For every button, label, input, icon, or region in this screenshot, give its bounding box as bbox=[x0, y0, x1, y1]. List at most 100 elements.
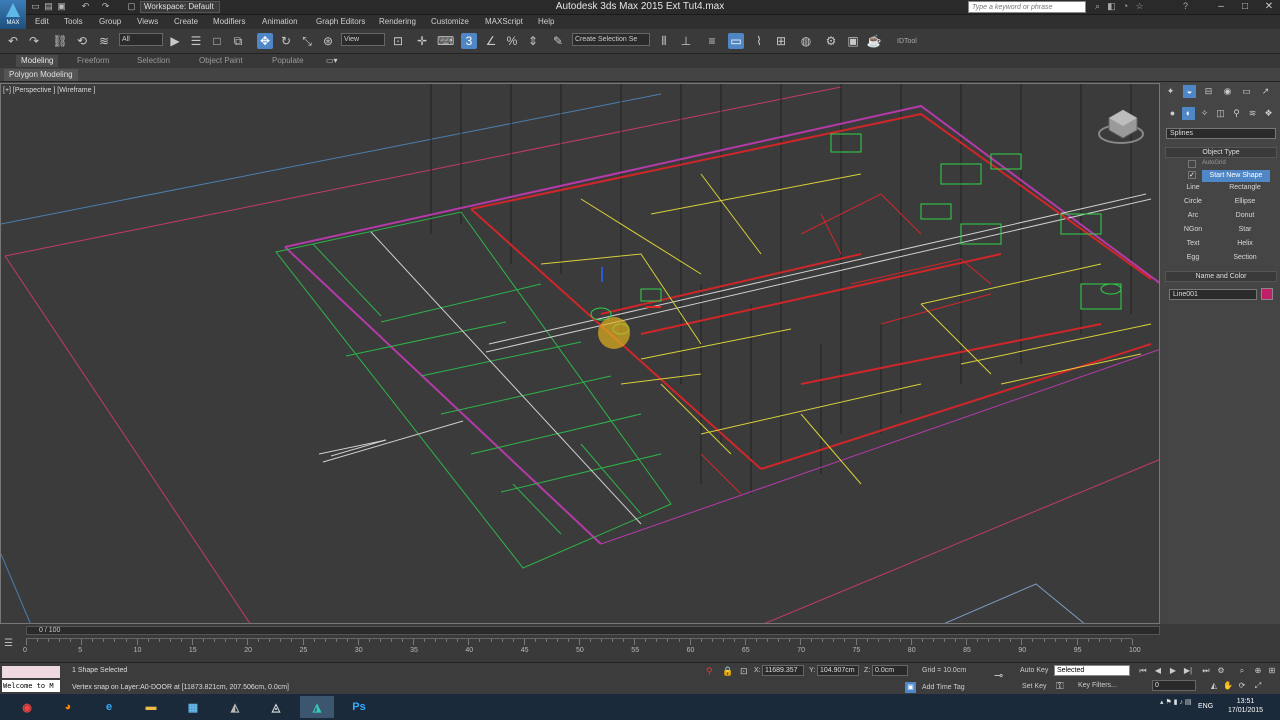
material-editor-icon[interactable]: ◍ bbox=[798, 33, 814, 49]
display-tab-icon[interactable]: ▭ bbox=[1240, 85, 1253, 98]
spacewarps-icon[interactable]: ≋ bbox=[1246, 107, 1259, 120]
maxscript-mini-listener[interactable]: Welcome to M bbox=[2, 680, 60, 692]
polygon-modeling-panel[interactable]: Polygon Modeling bbox=[4, 69, 78, 81]
arc-button[interactable]: Arc bbox=[1168, 210, 1218, 222]
name-color-rollout[interactable]: Name and Color bbox=[1165, 271, 1277, 282]
lock-selection-icon[interactable]: 🔒 bbox=[722, 666, 733, 677]
lights-icon[interactable]: ✧ bbox=[1198, 107, 1211, 120]
scale-icon[interactable]: ⤡ bbox=[299, 33, 315, 49]
x-coord-field[interactable]: 11689.357 bbox=[762, 665, 804, 676]
subscription-icon[interactable]: ◧ bbox=[1106, 1, 1117, 12]
ribbon-options-icon[interactable]: ▭▾ bbox=[326, 56, 338, 65]
place-icon[interactable]: ⊛ bbox=[320, 33, 336, 49]
menu-edit[interactable]: Edit bbox=[35, 17, 49, 26]
unlink-icon[interactable]: ⟲ bbox=[74, 33, 90, 49]
object-color-swatch[interactable] bbox=[1261, 288, 1273, 300]
undo-icon[interactable]: ↶ bbox=[5, 33, 21, 49]
tab-freeform[interactable]: Freeform bbox=[72, 55, 114, 67]
text-button[interactable]: Text bbox=[1168, 238, 1218, 250]
modify-tab-icon[interactable]: ◒ bbox=[1183, 85, 1196, 98]
selection-filter-dropdown[interactable]: All bbox=[119, 33, 163, 46]
set-keys-icon[interactable]: ⚿ bbox=[1056, 681, 1064, 692]
language-indicator[interactable]: ENG bbox=[1198, 703, 1213, 710]
menu-views[interactable]: Views bbox=[137, 17, 158, 26]
object-type-rollout[interactable]: Object Type bbox=[1165, 147, 1277, 158]
rotate-icon[interactable]: ↻ bbox=[278, 33, 294, 49]
track-bar[interactable]: 0 5 10 15 20 25 30 35 40 45 50 55 60 65 70 75 80 85 90 95 10… bbox=[23, 638, 1141, 660]
zoom-icon[interactable]: ⌕ bbox=[1236, 665, 1248, 677]
project-folder-icon[interactable]: ▢ bbox=[126, 1, 137, 12]
current-frame-field[interactable]: 0 bbox=[1152, 680, 1196, 691]
autogrid-checkbox[interactable] bbox=[1188, 160, 1196, 168]
percent-snap-icon[interactable]: % bbox=[504, 33, 520, 49]
file-explorer-icon[interactable]: ▬ bbox=[134, 696, 168, 718]
orbit-icon[interactable]: ⟳ bbox=[1236, 680, 1248, 692]
previous-frame-icon[interactable]: ◀ bbox=[1152, 665, 1164, 677]
start-new-shape-button[interactable]: Start New Shape bbox=[1202, 170, 1270, 182]
select-object-icon[interactable]: ▶ bbox=[167, 33, 183, 49]
menu-maxscript[interactable]: MAXScript bbox=[485, 17, 523, 26]
time-tag-icon[interactable]: ▣ bbox=[905, 682, 916, 693]
select-by-name-icon[interactable]: ☰ bbox=[188, 33, 204, 49]
communication-icon[interactable]: ◔ bbox=[1120, 1, 1131, 12]
helix-button[interactable]: Helix bbox=[1220, 238, 1270, 250]
hierarchy-tab-icon[interactable]: ⊟ bbox=[1202, 85, 1215, 98]
key-filters-button[interactable]: Key Filters... bbox=[1078, 682, 1117, 689]
key-mode-icon[interactable]: ⊸ bbox=[994, 669, 1003, 682]
next-frame-icon[interactable]: ▶| bbox=[1182, 665, 1194, 677]
workspace-dropdown[interactable]: Workspace: Default bbox=[140, 1, 220, 13]
create-tab-icon[interactable]: ✦ bbox=[1164, 85, 1177, 98]
redo-icon[interactable]: ↷ bbox=[100, 1, 111, 12]
mirror-icon[interactable]: ⫴ bbox=[656, 33, 672, 49]
snaps-toggle-icon[interactable]: 3 bbox=[461, 33, 477, 49]
add-time-tag-button[interactable]: Add Time Tag bbox=[922, 684, 965, 691]
spinner-snap-icon[interactable]: ⇕ bbox=[525, 33, 541, 49]
edit-named-selection-icon[interactable]: ✎ bbox=[550, 33, 566, 49]
ellipse-button[interactable]: Ellipse bbox=[1220, 196, 1270, 208]
network-icon[interactable]: ◭ bbox=[218, 696, 252, 718]
open-file-icon[interactable]: ▤ bbox=[43, 1, 54, 12]
shapes-icon[interactable]: ◐ bbox=[1182, 107, 1195, 120]
idtool-label[interactable]: IDTool bbox=[897, 38, 917, 45]
3dsmax-icon[interactable]: ◮ bbox=[300, 696, 334, 718]
render-setup-icon[interactable]: ⚙ bbox=[823, 33, 839, 49]
maximize-viewport-icon[interactable]: ⤢ bbox=[1252, 680, 1264, 692]
object-name-field[interactable]: Line001 bbox=[1169, 289, 1257, 300]
search-input[interactable]: Type a keyword or phrase bbox=[968, 1, 1086, 13]
utilities-tab-icon[interactable]: ↗ bbox=[1259, 85, 1272, 98]
photoshop-icon[interactable]: Ps bbox=[342, 696, 376, 718]
motion-tab-icon[interactable]: ◉ bbox=[1221, 85, 1234, 98]
menu-graph-editors[interactable]: Graph Editors bbox=[316, 17, 365, 26]
menu-modifiers[interactable]: Modifiers bbox=[213, 17, 245, 26]
field-of-view-icon[interactable]: ◭ bbox=[1208, 680, 1220, 692]
firefox-icon[interactable]: ◕ bbox=[51, 696, 85, 718]
ngon-button[interactable]: NGon bbox=[1168, 224, 1218, 236]
pan-icon[interactable]: ✋ bbox=[1222, 680, 1234, 692]
go-to-start-icon[interactable]: ⏮ bbox=[1137, 665, 1149, 677]
line-button[interactable]: Line bbox=[1168, 182, 1218, 194]
render-production-icon[interactable]: ☕ bbox=[866, 33, 882, 49]
maxscript-listener[interactable] bbox=[2, 666, 60, 678]
circle-button[interactable]: Circle bbox=[1168, 196, 1218, 208]
media-icon[interactable]: ▦ bbox=[176, 696, 210, 718]
menu-customize[interactable]: Customize bbox=[431, 17, 469, 26]
helpers-icon[interactable]: ⚲ bbox=[1230, 107, 1243, 120]
schematic-view-icon[interactable]: ⊞ bbox=[773, 33, 789, 49]
manipulate-icon[interactable]: ✛ bbox=[414, 33, 430, 49]
menu-animation[interactable]: Animation bbox=[262, 17, 298, 26]
curve-editor-icon[interactable]: ⌇ bbox=[751, 33, 767, 49]
tab-selection[interactable]: Selection bbox=[132, 55, 175, 67]
go-to-end-icon[interactable]: ⏭ bbox=[1200, 665, 1212, 677]
new-file-icon[interactable]: ▭ bbox=[30, 1, 41, 12]
viewport-label[interactable]: [+] [Perspective ] [Wireframe ] bbox=[3, 87, 95, 94]
minimize-icon[interactable]: – bbox=[1210, 0, 1232, 14]
y-coord-field[interactable]: 104.907cm bbox=[817, 665, 859, 676]
menu-help[interactable]: Help bbox=[538, 17, 554, 26]
pivot-center-icon[interactable]: ⊡ bbox=[390, 33, 406, 49]
egg-button[interactable]: Egg bbox=[1168, 252, 1218, 264]
perspective-viewport[interactable]: [+] [Perspective ] [Wireframe ] bbox=[0, 83, 1160, 624]
menu-tools[interactable]: Tools bbox=[64, 17, 83, 26]
layer-manager-icon[interactable]: ≡ bbox=[704, 33, 720, 49]
menu-create[interactable]: Create bbox=[174, 17, 198, 26]
donut-button[interactable]: Donut bbox=[1220, 210, 1270, 222]
